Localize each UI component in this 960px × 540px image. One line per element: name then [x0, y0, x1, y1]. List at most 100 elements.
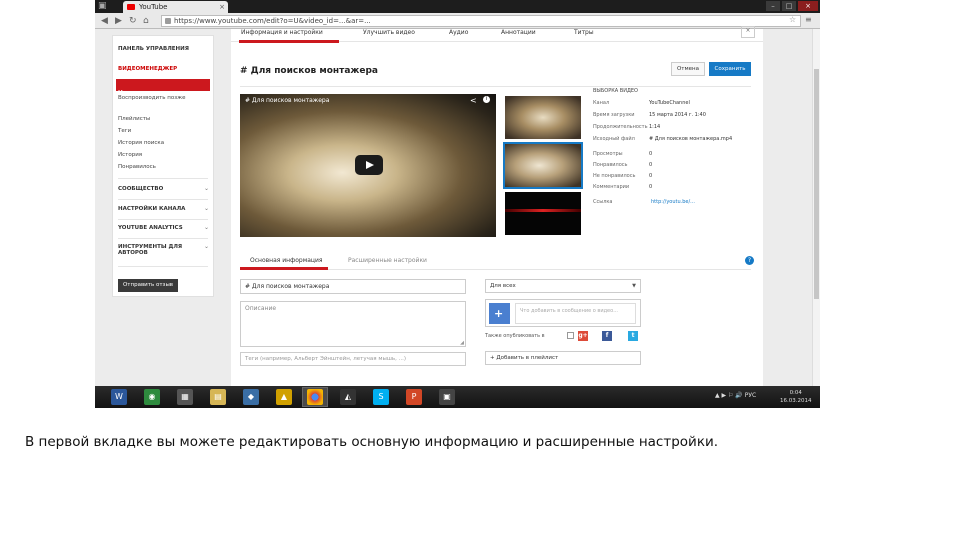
info-icon[interactable]: i [483, 96, 490, 103]
system-tray[interactable]: ▲ ▶ ⚐ 🔊 РУС [715, 392, 756, 399]
edit-tabs: Информация и настройки Улучшить видео Ау… [231, 26, 763, 43]
google-plus-icon[interactable]: g+ [578, 331, 588, 341]
clock[interactable]: 0:04 16.03.2014 [780, 389, 812, 405]
browser-menu-icon[interactable]: ▣ [98, 1, 114, 12]
meta-label: Продолжительность [593, 124, 648, 130]
title-input[interactable]: # Для поисков монтажера [240, 279, 466, 294]
word-icon[interactable]: W [111, 389, 127, 405]
tab-annotations[interactable]: Аннотации [501, 29, 536, 37]
sidebar-item-search-history[interactable]: История поиска [118, 140, 164, 146]
window-controls: – □ × [766, 1, 818, 11]
sidebar-creator-tools[interactable]: ИНСТРУМЕНТЫ ДЛЯ АВТОРОВ [118, 244, 188, 256]
app-icon[interactable]: ◆ [243, 389, 259, 405]
scrollbar[interactable] [812, 29, 820, 386]
stat-label: Комментарии [593, 184, 630, 190]
settings-menu-icon[interactable]: ≡ [805, 15, 812, 24]
sidebar-item-tags[interactable]: Теги [118, 128, 131, 134]
divider [118, 178, 208, 179]
close-icon[interactable]: × [741, 26, 755, 38]
tab-enhancements[interactable]: Улучшить видео [363, 29, 415, 37]
description-placeholder: Описание [245, 305, 277, 312]
video-player[interactable]: # Для поисков монтажера < i [240, 94, 496, 237]
privacy-select[interactable]: Для всех ▼ [485, 279, 641, 293]
stat-value: 0 [649, 162, 653, 168]
thumbnail-option-selected[interactable] [503, 142, 583, 189]
tab-info-settings[interactable]: Информация и настройки [241, 29, 323, 37]
scrollbar-thumb[interactable] [814, 69, 819, 299]
stat-value: 0 [649, 184, 653, 190]
share-icon[interactable]: < [470, 96, 477, 105]
tags-input[interactable]: Теги (например, Альберт Эйнштейн, летуча… [240, 352, 466, 366]
divider [118, 238, 208, 239]
sidebar-analytics[interactable]: YOUTUBE ANALYTICS [118, 225, 183, 231]
app-icon[interactable]: ◭ [340, 389, 356, 405]
tab-strip: ▣ YouTube × – □ × [95, 0, 820, 13]
calculator-icon[interactable]: ▦ [177, 389, 193, 405]
sidebar-community[interactable]: СООБЩЕСТВО [118, 186, 163, 192]
stat-value: 0 [649, 151, 653, 157]
slide-caption: В первой вкладке вы можете редактировать… [25, 434, 719, 450]
app-icon[interactable]: ◉ [144, 389, 160, 405]
add-to-playlist-button[interactable]: + Добавить в плейлист [485, 351, 641, 365]
save-button[interactable]: Сохранить [709, 62, 751, 76]
meta-label: Канал [593, 100, 610, 106]
sidebar-channel-settings[interactable]: НАСТРОЙКИ КАНАЛА [118, 206, 185, 212]
tab-advanced-settings[interactable]: Расширенные настройки [348, 257, 427, 264]
minimize-button[interactable]: – [766, 1, 780, 11]
tab-close-icon[interactable]: × [219, 1, 225, 13]
home-icon[interactable]: ⌂ [143, 15, 149, 27]
resize-handle-icon[interactable]: ◢ [460, 340, 464, 346]
sidebar-item-watch-later[interactable]: Воспроизводить позже [118, 95, 186, 101]
send-feedback-button[interactable]: Отправить отзыв [118, 279, 178, 292]
app-icon[interactable]: ▲ [276, 389, 292, 405]
meta-value: YouTubeChannel [649, 100, 690, 106]
sidebar-item-liked[interactable]: Понравилось [118, 164, 156, 170]
sidebar-item-my-videos[interactable]: Мои видео [116, 79, 210, 96]
also-share-label: Также опубликовать в [485, 333, 545, 339]
share-checkbox[interactable] [567, 332, 574, 339]
divider [118, 266, 208, 267]
tab-audio[interactable]: Аудио [449, 29, 468, 37]
sidebar-item-history[interactable]: История [118, 152, 142, 158]
sidebar-dashboard[interactable]: ПАНЕЛЬ УПРАВЛЕНИЯ [118, 46, 189, 52]
close-window-button[interactable]: × [798, 1, 818, 11]
thumbnail-option[interactable] [505, 192, 581, 235]
tab-basic-info[interactable]: Основная информация [250, 257, 323, 264]
divider [240, 86, 751, 87]
facebook-icon[interactable]: f [602, 331, 612, 341]
help-icon[interactable]: ? [745, 256, 754, 265]
meta-value: 15 марта 2014 г. 1:40 [649, 112, 706, 118]
skype-icon[interactable]: S [373, 389, 389, 405]
chevron-down-icon[interactable]: ⌄ [204, 205, 209, 212]
twitter-icon[interactable]: t [628, 331, 638, 341]
sidebar-video-manager[interactable]: ВИДЕОМЕНЕДЖЕР [118, 66, 177, 72]
reload-icon[interactable]: ↻ [129, 15, 137, 27]
chevron-down-icon[interactable]: ⌄ [204, 185, 209, 192]
sidebar-item-playlists[interactable]: Плейлисты [118, 116, 150, 122]
share-message-input[interactable]: Что добавить в сообщение о видео... [515, 303, 636, 324]
tab-captions[interactable]: Титры [574, 29, 594, 37]
address-bar[interactable]: https://www.youtube.com/edit?o=U&video_i… [161, 15, 801, 27]
chrome-icon[interactable] [307, 389, 323, 405]
lock-icon [165, 18, 171, 24]
back-icon[interactable]: ◀ [101, 15, 108, 27]
folder-icon[interactable]: ▤ [210, 389, 226, 405]
play-button[interactable] [355, 155, 383, 175]
forward-icon[interactable]: ▶ [115, 15, 122, 27]
powerpoint-icon[interactable]: P [406, 389, 422, 405]
stat-label: Не понравилось [593, 173, 636, 179]
bookmark-star-icon[interactable]: ☆ [789, 15, 796, 24]
stat-label: Просмотры [593, 151, 623, 157]
chevron-down-icon[interactable]: ⌄ [204, 224, 209, 231]
video-link[interactable]: http://youtu.be/... [651, 199, 695, 205]
cancel-button[interactable]: Отмена [671, 62, 705, 76]
chevron-down-icon[interactable]: ⌄ [204, 243, 209, 250]
app-icon[interactable]: ▣ [439, 389, 455, 405]
url-text: https://www.youtube.com/edit?o=U&video_i… [174, 17, 371, 25]
description-textarea[interactable]: Описание ◢ [240, 301, 466, 347]
browser-tab[interactable]: YouTube × [123, 1, 228, 13]
main-content: Информация и настройки Улучшить видео Ау… [231, 26, 763, 386]
thumbnail-option[interactable] [505, 96, 581, 139]
maximize-button[interactable]: □ [782, 1, 796, 11]
page: ПАНЕЛЬ УПРАВЛЕНИЯ ВИДЕОМЕНЕДЖЕР Мои виде… [95, 26, 820, 386]
